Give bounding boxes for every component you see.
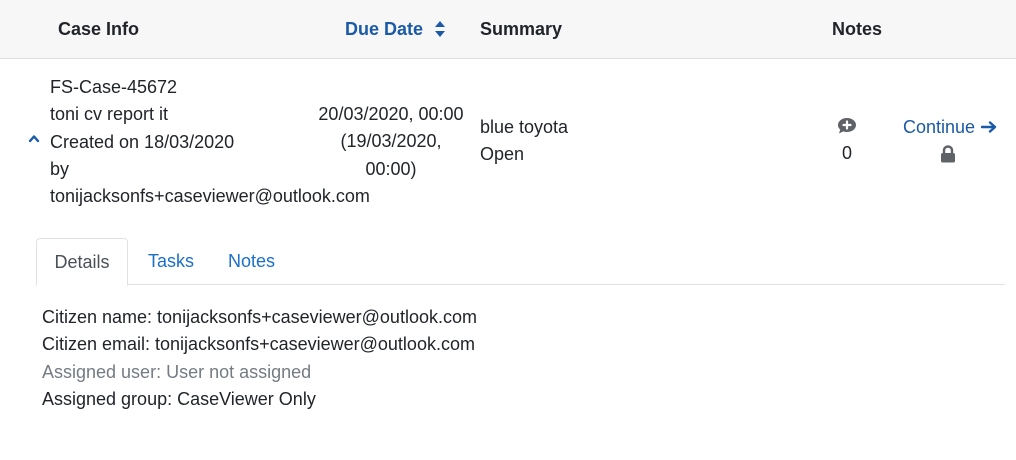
column-header-due-date[interactable]: Due Date xyxy=(345,18,446,40)
continue-label: Continue xyxy=(903,117,976,137)
details-panel: Citizen name: tonijacksonfs+caseviewer@o… xyxy=(42,304,477,413)
tab-notes[interactable]: Notes xyxy=(228,238,275,285)
chevron-up-icon[interactable] xyxy=(28,133,40,143)
assigned-group: Assigned group: CaseViewer Only xyxy=(42,388,316,409)
case-creator: tonijacksonfs+caseviewer@outlook.com xyxy=(50,186,370,207)
table-header: Case Info Due Date Summary Notes xyxy=(0,0,1016,59)
summary-title: blue toyota xyxy=(480,117,569,137)
continue-link[interactable]: Continue xyxy=(903,116,997,138)
due-date-cell: 20/03/2020, 00:00 (19/03/2020, 00:00) xyxy=(300,101,482,183)
citizen-email: Citizen email: tonijacksonfs+caseviewer@… xyxy=(42,334,475,355)
column-header-case-info: Case Info xyxy=(58,19,140,39)
column-header-summary: Summary xyxy=(480,19,563,39)
tab-tasks[interactable]: Tasks xyxy=(148,238,194,285)
notes-count: 0 xyxy=(841,143,852,163)
due-date-secondary-time: 00:00) xyxy=(365,158,417,179)
column-header-notes: Notes xyxy=(832,19,883,39)
tab-details[interactable]: Details xyxy=(36,238,128,286)
case-status: Open xyxy=(480,144,525,165)
due-date-primary: 20/03/2020, 00:00 xyxy=(318,104,464,124)
case-tabs: Details Tasks Notes xyxy=(36,238,1005,286)
notes-cell: 0 xyxy=(828,117,866,164)
sort-icon[interactable] xyxy=(435,21,446,37)
due-date-label: Due Date xyxy=(345,19,424,39)
assigned-user: Assigned user: User not assigned xyxy=(42,361,312,382)
arrow-right-icon xyxy=(981,121,997,133)
due-date-secondary: (19/03/2020, xyxy=(340,131,442,152)
summary-cell: blue toyota Open xyxy=(480,114,568,169)
citizen-name: Citizen name: tonijacksonfs+caseviewer@o… xyxy=(42,307,477,327)
case-id: FS-Case-45672 xyxy=(50,77,178,97)
lock-icon xyxy=(941,145,955,163)
comment-plus-icon[interactable] xyxy=(837,117,857,135)
